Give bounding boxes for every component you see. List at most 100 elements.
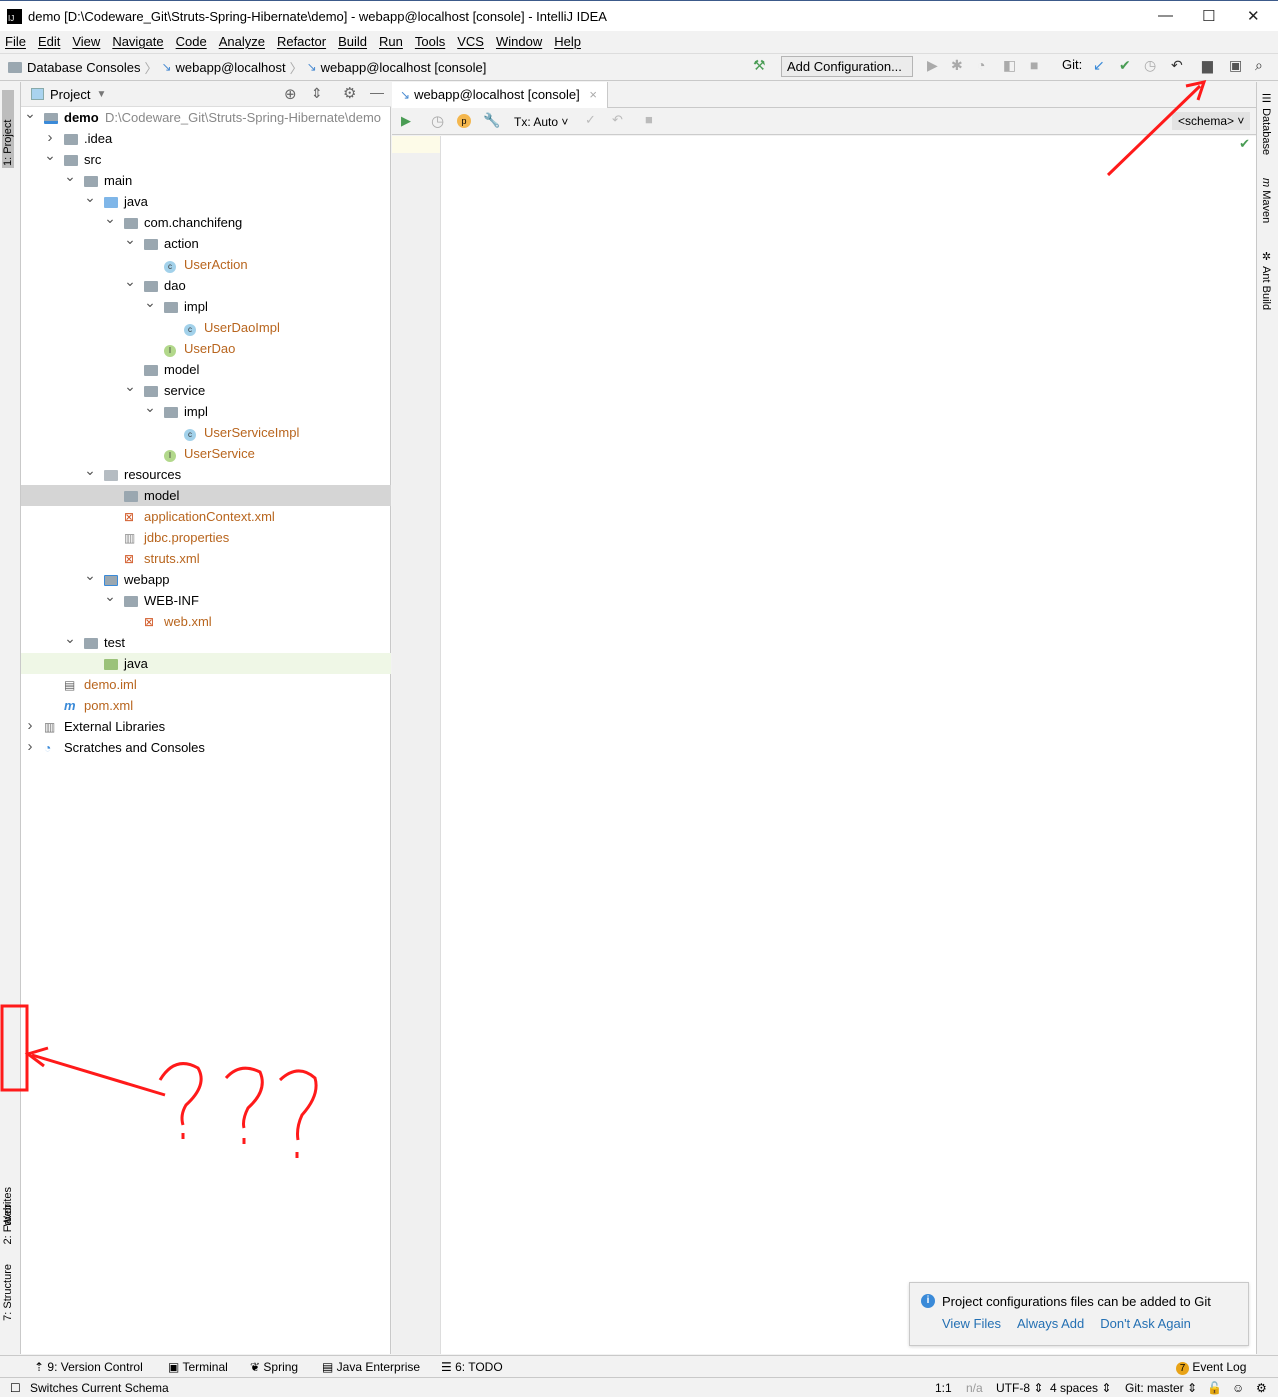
tree-item[interactable]: ⌄ webapp bbox=[21, 567, 391, 590]
tree-item[interactable]: ⌄ main bbox=[21, 168, 391, 191]
chevron-down-icon[interactable]: ⌄ bbox=[84, 565, 96, 586]
execute-icon[interactable]: ▶ bbox=[401, 113, 411, 129]
tree-item[interactable]: › .idea bbox=[21, 128, 391, 149]
hide-icon[interactable]: — bbox=[370, 84, 384, 100]
run-anything-icon[interactable]: ▣ bbox=[1229, 57, 1242, 74]
tab-database[interactable]: ☰ Database bbox=[1260, 92, 1273, 155]
tree-item[interactable]: model bbox=[21, 485, 391, 506]
menu-analyze[interactable]: Analyze bbox=[219, 34, 265, 49]
locate-icon[interactable]: ⊕ bbox=[284, 85, 297, 103]
tree-item[interactable]: ⌄ service bbox=[21, 378, 391, 401]
chevron-down-icon[interactable]: ⌄ bbox=[104, 208, 116, 229]
chevron-down-icon[interactable]: ⌄ bbox=[64, 628, 76, 649]
menu-view[interactable]: View bbox=[72, 34, 100, 49]
menu-tools[interactable]: Tools bbox=[415, 34, 445, 49]
tree-item[interactable]: c UserAction bbox=[21, 254, 391, 275]
tree-item[interactable]: ⌄ impl bbox=[21, 294, 391, 317]
close-tab-icon[interactable]: × bbox=[589, 87, 597, 102]
tree-item[interactable]: ⌄ com.chanchifeng bbox=[21, 210, 391, 233]
tree-item[interactable]: ▥ jdbc.properties bbox=[21, 527, 391, 548]
encoding-selector[interactable]: UTF-8 ⇕ bbox=[996, 1381, 1043, 1395]
menu-file[interactable]: File bbox=[5, 34, 26, 49]
tree-item[interactable]: ⌄ action bbox=[21, 231, 391, 254]
event-log-button[interactable]: 7 Event Log bbox=[1176, 1360, 1246, 1375]
run-icon[interactable]: ▶ bbox=[927, 57, 938, 74]
tab-todo[interactable]: ☰ 6: TODO bbox=[441, 1360, 503, 1374]
tab-web[interactable]: Web bbox=[2, 1204, 14, 1226]
menu-vcs[interactable]: VCS bbox=[457, 34, 484, 49]
chevron-down-icon[interactable]: ⌄ bbox=[124, 229, 136, 250]
tab-terminal[interactable]: ▣ Terminal bbox=[168, 1360, 228, 1374]
chevron-down-icon[interactable]: ⌄ bbox=[124, 376, 136, 397]
commit-icon[interactable]: ✓ bbox=[585, 112, 596, 128]
history-icon[interactable]: ◷ bbox=[431, 112, 444, 130]
add-configuration-button[interactable]: Add Configuration... bbox=[781, 56, 913, 77]
tree-item[interactable]: ⌄ test bbox=[21, 630, 391, 653]
tab-version-control[interactable]: ⇡ 9: Version Control bbox=[34, 1360, 143, 1374]
chevron-right-icon[interactable]: › bbox=[24, 736, 36, 757]
close-button[interactable]: ✕ bbox=[1247, 7, 1260, 25]
cancel-icon[interactable]: ■ bbox=[645, 112, 653, 127]
chevron-down-icon[interactable]: ⌄ bbox=[64, 166, 76, 187]
chevron-down-icon[interactable]: ⌄ bbox=[84, 187, 96, 208]
tree-item[interactable]: ▤ demo.iml bbox=[21, 674, 391, 695]
tab-maven[interactable]: m Maven bbox=[1260, 178, 1272, 223]
menu-run[interactable]: Run bbox=[379, 34, 403, 49]
tree-item[interactable]: ⊠ web.xml bbox=[21, 611, 391, 632]
project-view-selector[interactable]: Project bbox=[50, 87, 90, 102]
hector-icon[interactable]: ☺ bbox=[1232, 1381, 1244, 1395]
tx-mode-dropdown[interactable]: Tx: Auto ˅ bbox=[514, 115, 568, 129]
tab-spring[interactable]: ❦ Spring bbox=[250, 1360, 298, 1374]
chevron-down-icon[interactable]: ⌄ bbox=[104, 586, 116, 607]
breadcrumb-item[interactable]: Database Consoles bbox=[27, 60, 140, 75]
tree-item[interactable]: m pom.xml bbox=[21, 695, 391, 716]
tree-item[interactable]: I UserService bbox=[21, 443, 391, 464]
tree-item[interactable]: I UserDao bbox=[21, 338, 391, 359]
profile-icon[interactable]: ◔ bbox=[977, 57, 985, 73]
history-icon[interactable]: ◷ bbox=[1144, 57, 1156, 74]
project-structure-icon[interactable]: ▆ bbox=[1202, 57, 1213, 74]
tree-item[interactable]: java bbox=[21, 653, 391, 674]
tab-ant-build[interactable]: ✲ Ant Build bbox=[1260, 250, 1273, 310]
maximize-button[interactable]: ☐ bbox=[1202, 7, 1215, 25]
menu-build[interactable]: Build bbox=[338, 34, 367, 49]
collapse-all-icon[interactable]: ⇕ bbox=[311, 85, 323, 102]
chevron-down-icon[interactable]: ⌄ bbox=[124, 271, 136, 292]
parameters-icon[interactable]: p bbox=[457, 114, 471, 128]
coverage-icon[interactable]: ◧ bbox=[1003, 57, 1016, 74]
tree-item[interactable]: c UserServiceImpl bbox=[21, 422, 391, 443]
tab-project[interactable]: 1: Project bbox=[2, 90, 14, 168]
breadcrumb-item[interactable]: webapp@localhost bbox=[176, 60, 286, 75]
rollback-icon[interactable]: ↶ bbox=[612, 112, 623, 128]
tree-item[interactable]: model bbox=[21, 359, 391, 380]
tree-item[interactable]: ⌄ src bbox=[21, 147, 391, 170]
git-branch-selector[interactable]: Git: master ⇕ bbox=[1125, 1381, 1197, 1395]
git-commit-icon[interactable]: ✔ bbox=[1119, 57, 1131, 74]
chevron-down-icon[interactable]: ⌄ bbox=[144, 292, 156, 313]
tree-item[interactable]: ⊠ applicationContext.xml bbox=[21, 506, 391, 527]
breadcrumb-item[interactable]: webapp@localhost [console] bbox=[321, 60, 487, 75]
chevron-down-icon[interactable]: ▼ bbox=[96, 89, 106, 100]
git-update-icon[interactable]: ↙ bbox=[1093, 57, 1105, 74]
status-toggle-icon[interactable]: ☐ bbox=[10, 1381, 21, 1395]
chevron-down-icon[interactable]: ⌄ bbox=[84, 460, 96, 481]
menu-edit[interactable]: Edit bbox=[38, 34, 60, 49]
indent-selector[interactable]: 4 spaces ⇕ bbox=[1050, 1381, 1111, 1395]
tab-console[interactable]: ↘ webapp@localhost [console] × bbox=[392, 82, 608, 108]
tree-item[interactable]: › ▥ External Libraries bbox=[21, 716, 391, 737]
menu-navigate[interactable]: Navigate bbox=[112, 34, 163, 49]
tree-item[interactable]: ⌄ dao bbox=[21, 273, 391, 296]
always-add-link[interactable]: Always Add bbox=[1017, 1316, 1084, 1331]
caret-position[interactable]: 1:1 bbox=[935, 1381, 952, 1395]
dont-ask-again-link[interactable]: Don't Ask Again bbox=[1100, 1316, 1191, 1331]
tab-java-enterprise[interactable]: ▤ Java Enterprise bbox=[322, 1360, 420, 1374]
chevron-right-icon[interactable]: › bbox=[24, 715, 36, 736]
lock-icon[interactable]: 🔓 bbox=[1207, 1381, 1222, 1395]
wrench-icon[interactable]: 🔧 bbox=[483, 112, 500, 129]
tree-item[interactable]: ⌄ resources bbox=[21, 462, 391, 485]
tree-item[interactable]: ⌄ WEB-INF bbox=[21, 588, 391, 611]
search-icon[interactable]: ⌕ bbox=[1255, 57, 1263, 74]
rollback-icon[interactable]: ↶ bbox=[1171, 57, 1183, 74]
schema-dropdown[interactable]: <schema> ˅ bbox=[1172, 112, 1251, 130]
chevron-down-icon[interactable]: ⌄ bbox=[144, 397, 156, 418]
